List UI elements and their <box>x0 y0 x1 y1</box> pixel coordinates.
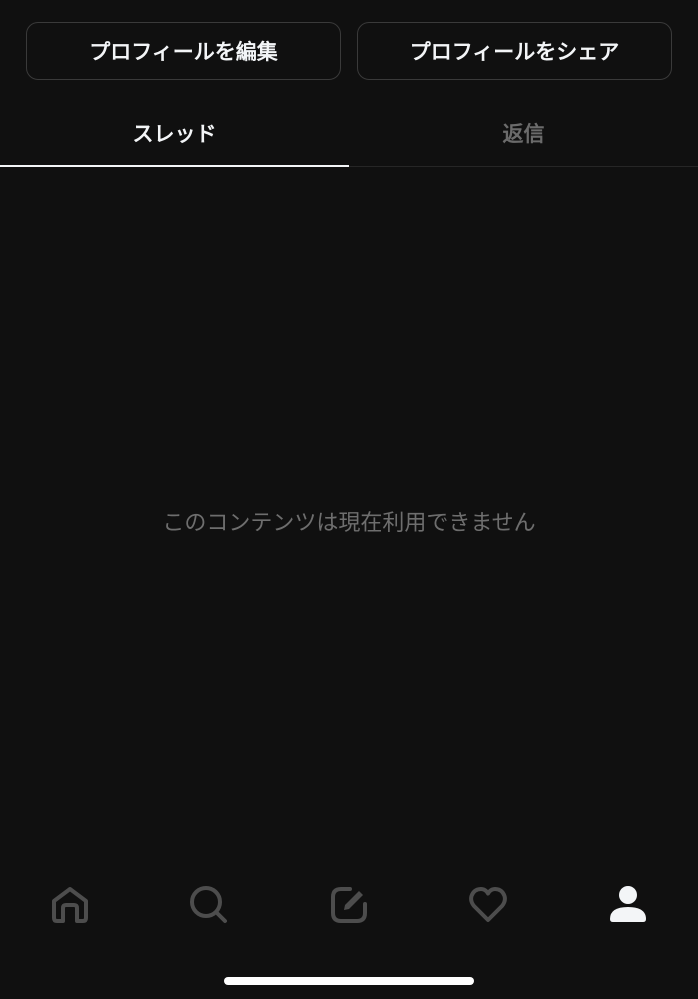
nav-home[interactable] <box>30 870 110 940</box>
tab-threads[interactable]: スレッド <box>0 100 349 167</box>
profile-icon <box>607 884 649 926</box>
home-indicator[interactable] <box>224 977 474 985</box>
heart-icon <box>467 884 509 926</box>
nav-profile[interactable] <box>588 870 668 940</box>
empty-state-message: このコンテンツは現在利用できません <box>162 511 536 536</box>
profile-tabs: スレッド 返信 <box>0 100 698 167</box>
tab-replies-label: 返信 <box>502 122 545 146</box>
nav-compose[interactable] <box>309 870 389 940</box>
home-icon <box>49 884 91 926</box>
bottom-nav <box>0 870 698 940</box>
nav-activity[interactable] <box>448 870 528 940</box>
edit-profile-button[interactable]: プロフィールを編集 <box>26 22 341 80</box>
tab-threads-label: スレッド <box>132 122 217 146</box>
share-profile-button[interactable]: プロフィールをシェア <box>357 22 672 80</box>
compose-icon <box>328 884 370 926</box>
nav-search[interactable] <box>169 870 249 940</box>
tab-replies[interactable]: 返信 <box>349 100 698 166</box>
profile-actions: プロフィールを編集 プロフィールをシェア <box>26 22 672 80</box>
search-icon <box>188 884 230 926</box>
